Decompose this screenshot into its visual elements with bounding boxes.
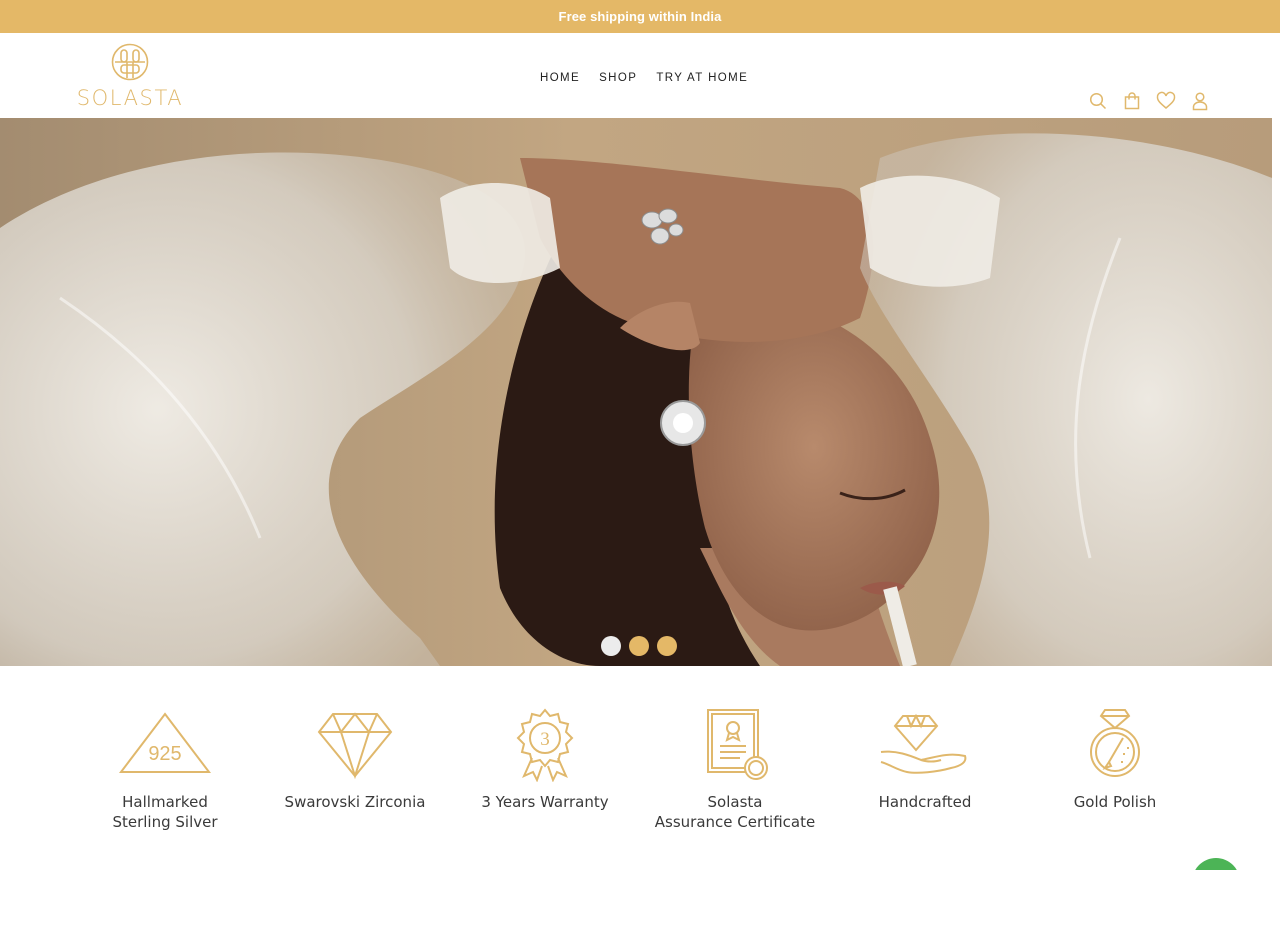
nav-try-at-home[interactable]: TRY AT HOME <box>656 72 748 84</box>
diamond-icon <box>317 712 393 780</box>
feature-label-line2: Sterling Silver <box>112 813 218 831</box>
brand-name: SOLASTA <box>76 86 184 110</box>
feature-label-line1: Hallmarked <box>122 793 208 811</box>
hero-image <box>0 118 1272 666</box>
logo-mark-icon <box>111 43 149 81</box>
nav-home[interactable]: HOME <box>540 72 580 84</box>
gold-polish-icon <box>1090 709 1140 777</box>
feature-label-line1: Handcrafted <box>878 793 972 811</box>
hallmark-number: 925 <box>148 743 181 765</box>
warranty-badge-icon: 3 <box>516 708 574 782</box>
slider-dots <box>601 636 685 656</box>
feature-label-line1: Solasta <box>707 793 763 811</box>
features-row: 925 Hallmarked Sterling Silver Swarovski… <box>0 666 1280 866</box>
feature-hallmarked: 925 Hallmarked Sterling Silver <box>75 706 255 832</box>
feature-label-line1: 3 Years Warranty <box>481 793 609 811</box>
chat-button[interactable] <box>1192 858 1240 870</box>
nav-shop[interactable]: SHOP <box>599 72 637 84</box>
chat-bubble-icon <box>1192 858 1240 870</box>
feature-certificate: Solasta Assurance Certificate <box>645 706 825 832</box>
warranty-years: 3 <box>540 729 550 750</box>
announcement-text: Free shipping within India <box>558 9 722 24</box>
main-nav: HOME SHOP TRY AT HOME <box>540 72 748 84</box>
feature-label-line2: Assurance Certificate <box>654 813 816 831</box>
user-icon[interactable] <box>1190 91 1210 111</box>
announcement-bar: Free shipping within India <box>0 0 1280 33</box>
search-icon[interactable] <box>1088 91 1108 111</box>
feature-swarovski: Swarovski Zirconia <box>265 706 445 812</box>
brand-logo[interactable]: SOLASTA <box>68 42 192 112</box>
feature-gold-polish: Gold Polish <box>1025 706 1205 812</box>
hallmark-925-icon: 925 <box>118 712 212 773</box>
slide-dot-3[interactable] <box>657 636 677 656</box>
site-header: SOLASTA HOME SHOP TRY AT HOME <box>0 33 1280 118</box>
header-actions <box>1074 91 1210 111</box>
feature-label-line1: Gold Polish <box>1073 793 1157 811</box>
hero-slider[interactable] <box>0 118 1272 666</box>
feature-handcrafted: Handcrafted <box>835 706 1015 812</box>
handcrafted-icon <box>880 713 967 774</box>
slide-dot-2[interactable] <box>629 636 649 656</box>
heart-icon[interactable] <box>1156 91 1176 111</box>
certificate-icon <box>707 709 768 780</box>
feature-label-line1: Swarovski Zirconia <box>284 793 426 811</box>
feature-warranty: 3 3 Years Warranty <box>455 706 635 812</box>
bag-icon[interactable] <box>1122 91 1142 111</box>
slide-dot-1[interactable] <box>601 636 621 656</box>
